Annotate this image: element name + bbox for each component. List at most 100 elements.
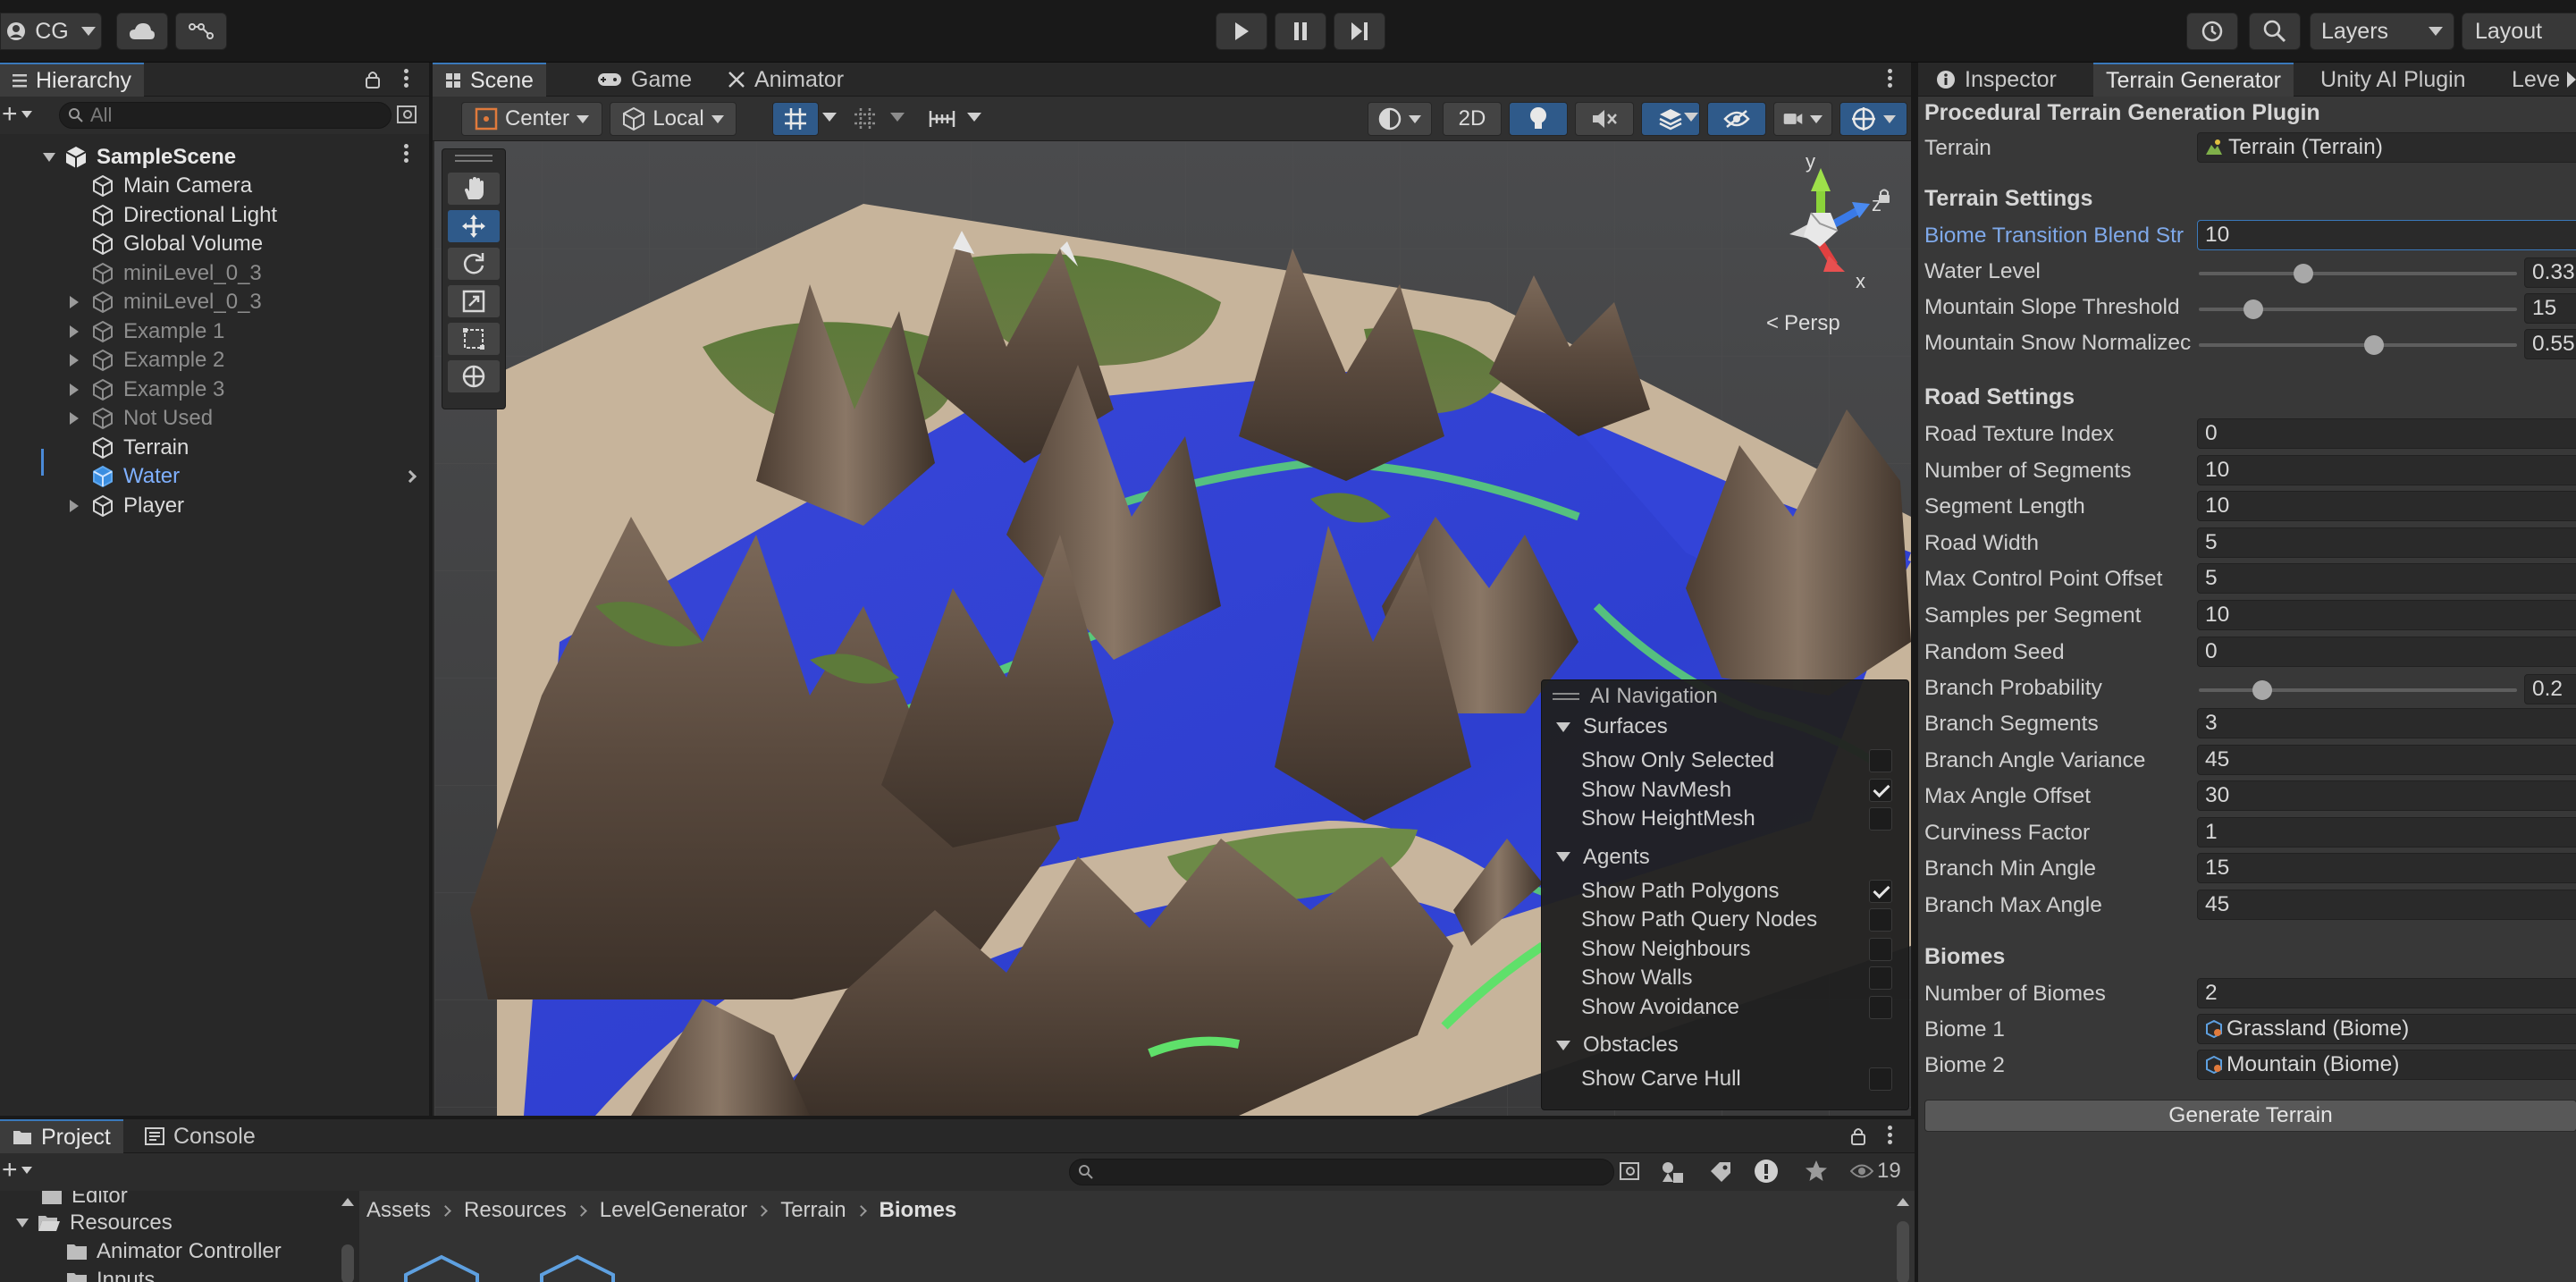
mountain-snow-slider[interactable]	[2199, 343, 2517, 347]
effects-dropdown[interactable]	[1684, 113, 1698, 122]
hierarchy-search[interactable]: All	[59, 102, 391, 129]
star-icon[interactable]	[1804, 1159, 1829, 1184]
ainav-option-checkbox[interactable]	[1869, 749, 1892, 772]
biome-blend-field[interactable]: 10	[2197, 220, 2576, 250]
project-search[interactable]	[1069, 1159, 1614, 1185]
collapse-triangle-icon[interactable]	[1556, 852, 1570, 862]
ainav-option-checkbox[interactable]	[1869, 879, 1892, 903]
hierarchy-item[interactable]: Directional Light	[0, 201, 429, 230]
search-options-icon[interactable]	[1620, 1162, 1641, 1182]
account-dropdown[interactable]: CG	[0, 13, 102, 50]
ainav-option-checkbox[interactable]	[1869, 908, 1892, 932]
hierarchy-item[interactable]: Not Used	[0, 404, 429, 433]
hierarchy-item[interactable]: Example 1	[0, 317, 429, 346]
orientation-gizmo[interactable]: y z x	[1757, 150, 1900, 320]
collapse-triangle-icon[interactable]	[1556, 1040, 1570, 1050]
scene-visibility-toggle[interactable]	[1707, 102, 1766, 136]
project-create-button[interactable]: +	[2, 1157, 32, 1184]
ainav-option-checkbox[interactable]	[1869, 807, 1892, 831]
grid-dropdown[interactable]	[822, 113, 837, 122]
breadcrumb-item[interactable]: Terrain	[780, 1198, 846, 1223]
transform-tool[interactable]	[448, 360, 500, 392]
lighting-toggle[interactable]	[1509, 102, 1568, 136]
tab-project[interactable]: Project	[0, 1119, 123, 1153]
field-input[interactable]: 10	[2197, 491, 2576, 522]
water-level-slider[interactable]	[2199, 272, 2517, 275]
ainav-section-agents[interactable]: Agents	[1542, 843, 1910, 872]
scene-menu[interactable]	[404, 141, 409, 165]
expand-arrow-icon[interactable]	[70, 354, 79, 367]
lock-icon[interactable]	[365, 70, 381, 89]
field-input[interactable]: 1	[2197, 816, 2576, 848]
number-of-biomes-field[interactable]: 2	[2197, 978, 2576, 1008]
search-button[interactable]	[2249, 13, 2301, 50]
hand-tool[interactable]	[448, 173, 500, 205]
breadcrumb-item[interactable]: Resources	[464, 1198, 567, 1223]
asset-scrollbar[interactable]	[1893, 1194, 1913, 1282]
ainav-option-checkbox[interactable]	[1869, 995, 1892, 1019]
drag-handle-icon[interactable]	[1553, 693, 1579, 700]
audio-toggle[interactable]	[1575, 102, 1634, 136]
field-input[interactable]: 45	[2197, 744, 2576, 775]
hierarchy-item[interactable]: Terrain	[0, 434, 429, 462]
tab-hierarchy[interactable]: Hierarchy	[0, 63, 144, 97]
step-button[interactable]	[1334, 13, 1385, 50]
ainav-option-checkbox[interactable]	[1869, 937, 1892, 961]
expand-arrow-icon[interactable]	[43, 153, 55, 162]
grid-snap-button[interactable]	[772, 102, 819, 136]
hierarchy-menu[interactable]	[404, 66, 409, 90]
scale-tool[interactable]	[448, 285, 500, 317]
expand-arrow-icon[interactable]	[70, 325, 79, 338]
folder-animator-controller[interactable]: Animator Controller	[66, 1239, 282, 1264]
increment-snap-button[interactable]	[919, 102, 965, 136]
ainav-section-surfaces[interactable]: Surfaces	[1542, 713, 1910, 741]
tab-unity-ai-plugin[interactable]: Unity AI Plugin	[2308, 63, 2479, 97]
mountain-snow-knob[interactable]	[2363, 335, 2384, 355]
move-tool[interactable]	[448, 210, 500, 242]
snap-dropdown[interactable]	[890, 113, 905, 122]
projection-toggle[interactable]: < Persp	[1766, 311, 1840, 336]
history-button[interactable]	[2186, 13, 2238, 50]
visibility-count[interactable]: 19	[1850, 1159, 1901, 1184]
expand-arrow-icon[interactable]	[70, 296, 79, 308]
hierarchy-item[interactable]: Example 2	[0, 346, 429, 375]
field-input[interactable]: 0	[2197, 418, 2576, 449]
grid-increment-button[interactable]	[842, 102, 888, 136]
tabs-overflow-arrow-icon[interactable]	[2567, 72, 2576, 88]
filter-type-icon[interactable]	[1661, 1160, 1686, 1184]
layers-dropdown[interactable]: Layers	[2310, 13, 2454, 50]
hierarchy-item[interactable]: Global Volume	[0, 230, 429, 258]
rotate-tool[interactable]	[448, 248, 500, 280]
mountain-slope-knob[interactable]	[2243, 299, 2263, 319]
chevron-right-icon[interactable]	[403, 469, 417, 484]
tab-inspector[interactable]: Inspector	[1924, 63, 2069, 97]
create-button[interactable]: +	[2, 100, 38, 129]
hierarchy-item[interactable]: Main Camera	[0, 172, 429, 200]
ai-navigation-header[interactable]: AI Navigation	[1542, 682, 1910, 711]
folder-inputs[interactable]: Inputs	[66, 1268, 155, 1282]
shading-dropdown[interactable]	[1368, 102, 1432, 136]
palette-handle[interactable]	[455, 155, 492, 162]
hierarchy-item[interactable]: Example 3	[0, 375, 429, 404]
cloud-button[interactable]	[116, 13, 168, 50]
camera-settings-button[interactable]	[1773, 102, 1832, 136]
folder-resources[interactable]: Resources	[16, 1210, 173, 1236]
terrain-object-field[interactable]: Terrain (Terrain)	[2197, 132, 2576, 163]
collab-button[interactable]	[175, 13, 227, 50]
breadcrumb-item[interactable]: LevelGenerator	[600, 1198, 747, 1223]
toggle-2d-button[interactable]: 2D	[1443, 102, 1502, 136]
gizmos-toggle[interactable]	[1839, 102, 1907, 136]
label-tag-icon[interactable]	[1709, 1160, 1732, 1184]
gizmo-lock-icon[interactable]	[1877, 188, 1891, 204]
tab-game[interactable]: Game	[585, 63, 704, 97]
hierarchy-item[interactable]: miniLevel_0_3	[0, 259, 429, 288]
field-input[interactable]: 5	[2197, 527, 2576, 558]
pivot-dropdown[interactable]: Center	[461, 102, 602, 136]
tab-scene[interactable]: Scene	[433, 63, 546, 97]
tree-scrollbar[interactable]	[338, 1194, 358, 1282]
asset-biome-1[interactable]	[399, 1253, 484, 1282]
layout-dropdown[interactable]: Layout	[2462, 13, 2576, 50]
tab-animator[interactable]: Animator	[715, 63, 856, 97]
ainav-option-checkbox[interactable]	[1869, 778, 1892, 802]
breadcrumb-item[interactable]: Biomes	[880, 1198, 957, 1223]
